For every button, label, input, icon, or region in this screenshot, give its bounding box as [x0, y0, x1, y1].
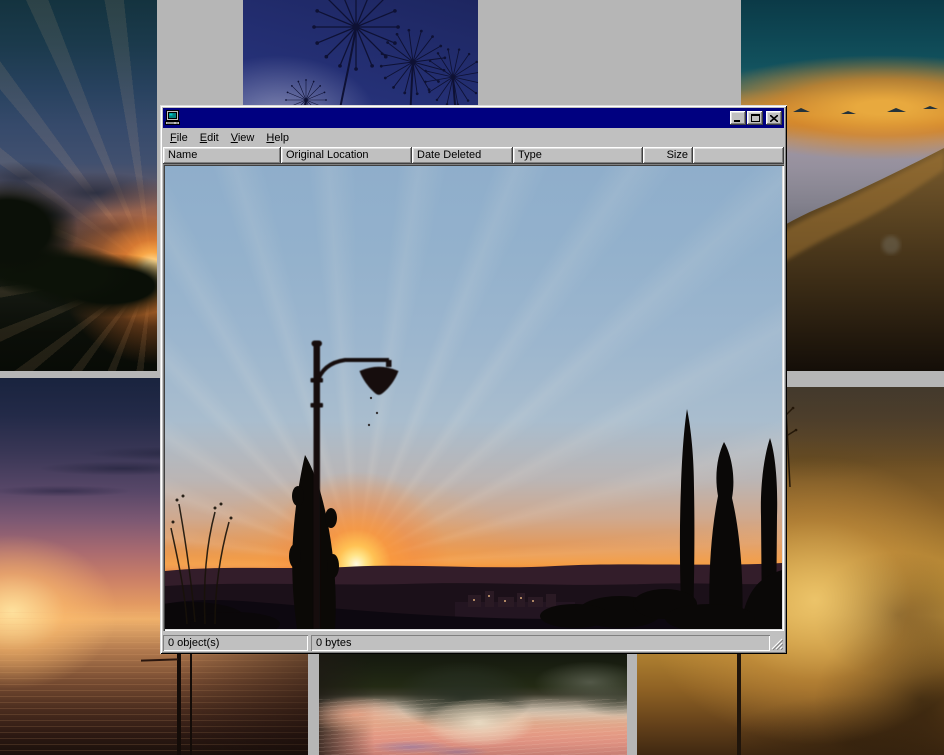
window-titlebar[interactable] [163, 108, 784, 128]
photo-water-reflection [319, 654, 627, 755]
desktop-photo-collage: FileEditViewHelp NameOriginal LocationDa… [0, 0, 944, 755]
menu-item-view[interactable]: View [225, 130, 261, 146]
minimize-icon [734, 115, 742, 122]
menu-bar: FileEditViewHelp [163, 128, 784, 147]
resize-grip-icon[interactable] [771, 638, 783, 650]
status-bar: 0 object(s) 0 bytes [163, 631, 784, 651]
column-header-date-deleted[interactable]: Date Deleted [412, 147, 513, 164]
minimize-button[interactable] [730, 111, 746, 125]
maximize-button[interactable] [747, 111, 763, 125]
column-header-filler[interactable] [693, 147, 784, 164]
photo-sunset-rays [0, 0, 157, 371]
column-header-size[interactable]: Size [643, 147, 693, 164]
menu-item-file[interactable]: File [164, 130, 194, 146]
close-icon [770, 115, 778, 122]
lake-pole [190, 650, 192, 755]
recycle-bin-window: FileEditViewHelp NameOriginal LocationDa… [160, 105, 787, 654]
status-byte-count: 0 bytes [311, 635, 770, 651]
close-button[interactable] [766, 111, 782, 125]
recycle-bin-wallpaper-photo [165, 166, 782, 629]
column-header-original-location[interactable]: Original Location [281, 147, 412, 164]
menu-item-edit[interactable]: Edit [194, 130, 225, 146]
maximize-icon [751, 114, 760, 122]
lake-pole [177, 645, 181, 755]
file-list-area[interactable] [163, 164, 784, 631]
computer-icon [165, 110, 181, 126]
status-object-count: 0 object(s) [163, 635, 308, 651]
column-header-type[interactable]: Type [513, 147, 643, 164]
column-header-name[interactable]: Name [163, 147, 281, 164]
menu-item-help[interactable]: Help [260, 130, 295, 146]
column-header-row: NameOriginal LocationDate DeletedTypeSiz… [163, 147, 784, 164]
wallpaper-silhouettes [165, 166, 782, 629]
